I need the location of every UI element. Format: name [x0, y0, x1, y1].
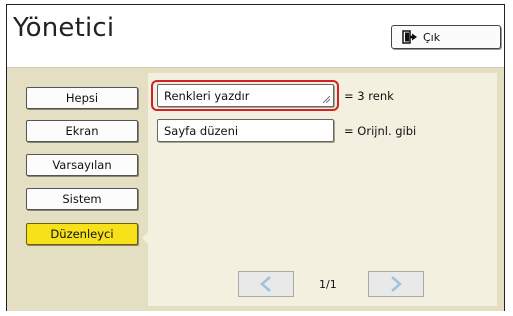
corner-mark-icon	[323, 96, 330, 103]
sidebar-item-label: Varsayılan	[52, 158, 112, 172]
prev-page-button[interactable]	[238, 271, 294, 297]
page-title: Yönetici	[13, 13, 115, 43]
setting-print-colors-button[interactable]: Renkleri yazdır	[157, 84, 334, 107]
content-area: Hepsi Ekran Varsayılan Sistem Düzenleyci…	[7, 68, 504, 311]
sidebar-item-ekran[interactable]: Ekran	[26, 120, 138, 142]
sidebar-item-label: Düzenleyci	[50, 227, 114, 241]
settings-panel: Renkleri yazdır = 3 renk Sayfa düzeni = …	[148, 73, 497, 306]
next-page-button[interactable]	[368, 271, 424, 297]
sidebar-item-varsayilan[interactable]: Varsayılan	[26, 154, 138, 176]
setting-page-layout-button[interactable]: Sayfa düzeni	[157, 119, 334, 142]
setting-label: Sayfa düzeni	[164, 123, 239, 138]
setting-label: Renkleri yazdır	[164, 88, 250, 103]
setting-value: = Orijnl. gibi	[344, 124, 417, 138]
exit-button-label: Çık	[423, 30, 441, 44]
sidebar-item-label: Sistem	[62, 192, 102, 206]
setting-value: = 3 renk	[344, 89, 394, 103]
sidebar-item-label: Hepsi	[65, 91, 99, 105]
sidebar-item-label: Ekran	[65, 124, 99, 138]
chevron-left-icon	[260, 276, 271, 292]
sidebar-item-duzenleyci[interactable]: Düzenleyci	[26, 223, 138, 245]
page-indicator: 1/1	[319, 278, 337, 291]
sidebar-item-sistem[interactable]: Sistem	[26, 188, 138, 210]
app-window: Yönetici Çık Hepsi Ekran Varsayılan Sist…	[6, 4, 505, 311]
exit-button[interactable]: Çık	[391, 25, 501, 49]
sidebar-item-hepsi[interactable]: Hepsi	[26, 87, 138, 109]
header-bar: Yönetici Çık	[7, 5, 504, 68]
chevron-right-icon	[391, 276, 402, 292]
exit-door-icon	[402, 30, 417, 44]
